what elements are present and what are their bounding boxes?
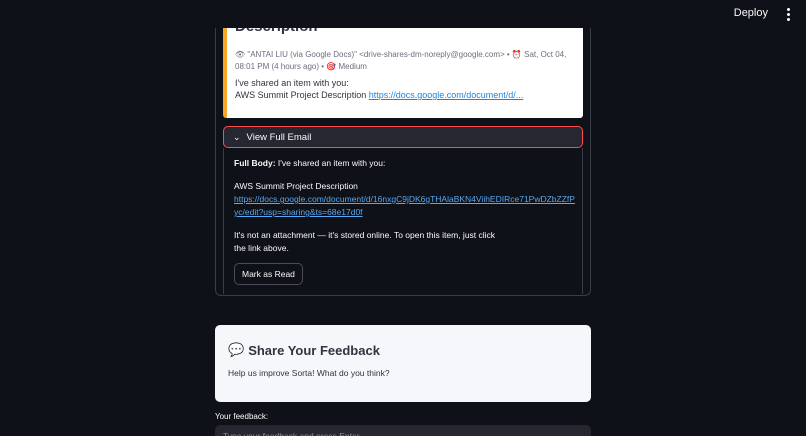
email-preview-line: I've shared an item with you:: [235, 78, 349, 88]
feedback-title: 💬 Share Your Feedback: [228, 342, 380, 358]
feedback-input-label: Your feedback:: [215, 412, 269, 421]
project-line: AWS Summit Project Description: [234, 181, 358, 191]
note-line: the link above.: [234, 243, 289, 253]
top-bar: Deploy: [0, 0, 806, 28]
view-full-email-expander[interactable]: ⌄ View Full Email: [223, 126, 583, 148]
feedback-input[interactable]: [215, 425, 591, 436]
email-preview-line: AWS Summit Project Description https://d…: [235, 89, 580, 101]
kebab-menu-icon[interactable]: [784, 6, 792, 22]
expander-body: Full Body: I've shared an item with you:…: [223, 148, 583, 294]
feedback-card: 💬 Share Your Feedback Help us improve So…: [215, 325, 591, 402]
mark-as-read-button[interactable]: Mark as Read: [234, 263, 303, 285]
chevron-down-icon: ⌄: [233, 131, 241, 142]
email-preview-text: AWS Summit Project Description: [235, 90, 369, 100]
email-meta: 👁 "ANTAI LIU (via Google Docs)" <drive-s…: [235, 50, 567, 71]
full-body-line: Full Body: I've shared an item with you:: [234, 157, 579, 170]
feedback-title-text: Share Your Feedback: [248, 342, 380, 358]
expander-label: View Full Email: [246, 131, 312, 143]
email-preview: I've shared an item with you: AWS Summit…: [235, 77, 580, 101]
full-email-link[interactable]: https://docs.google.com/document/d/16nxg…: [234, 194, 575, 217]
full-link-line: https://docs.google.com/document/d/16nxg…: [234, 193, 579, 219]
email-preview-link[interactable]: https://docs.google.com/document/d/...: [369, 90, 524, 100]
deploy-button[interactable]: Deploy: [734, 7, 768, 19]
speech-bubble-icon: 💬: [228, 342, 245, 357]
full-body-label: Full Body:: [234, 158, 276, 168]
feedback-subtitle: Help us improve Sorta! What do you think…: [228, 368, 390, 378]
full-body-text: I've shared an item with you:: [275, 158, 386, 168]
note-line: It's not an attachment — it's stored onl…: [234, 230, 496, 240]
